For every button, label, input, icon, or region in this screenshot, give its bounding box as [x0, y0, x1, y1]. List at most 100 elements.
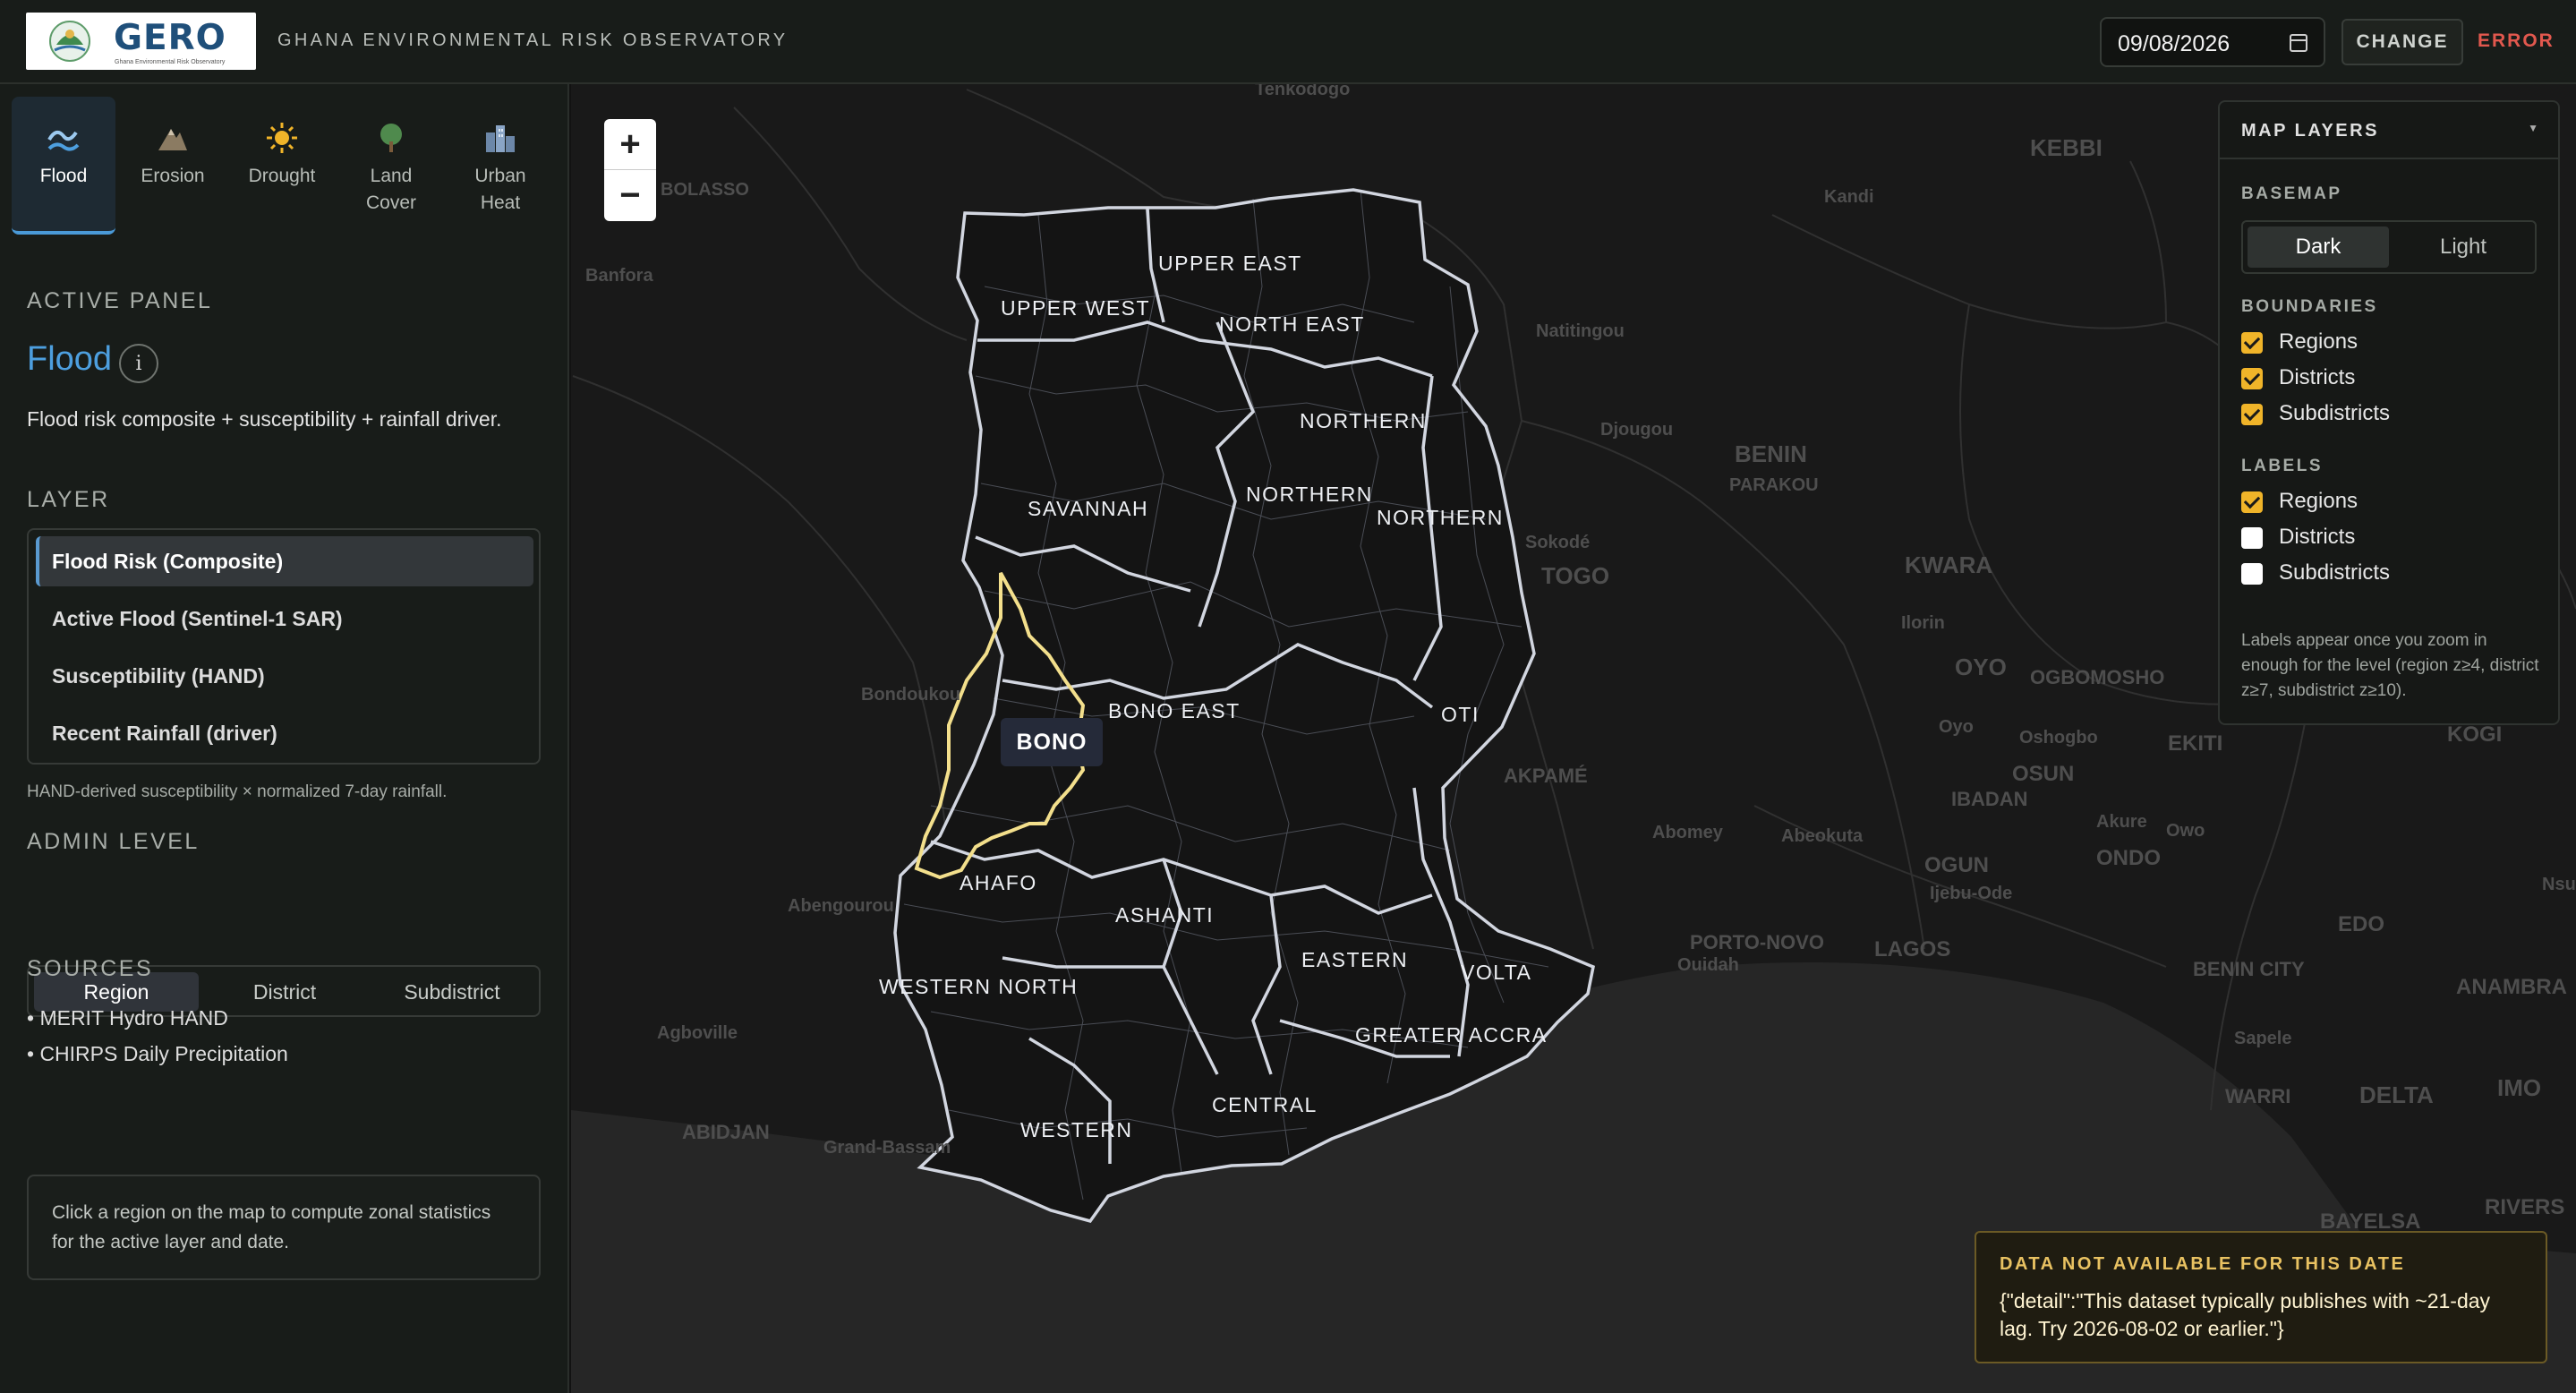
basemap-label: IBADAN — [1951, 788, 2028, 810]
basemap-label: Banfora — [585, 266, 653, 286]
basemap-label: DELTA — [2359, 1081, 2434, 1108]
error-toast: DATA NOT AVAILABLE FOR THIS DATE {"detai… — [1975, 1231, 2547, 1363]
tab-flood[interactable]: Flood — [12, 97, 115, 235]
basemap-label: ABIDJAN — [682, 1121, 770, 1143]
basemap-label: EDO — [2338, 912, 2384, 936]
mountain-icon — [155, 120, 191, 156]
app-header: GERO Ghana Environmental Risk Observator… — [0, 0, 2576, 84]
region-label: OTI — [1441, 703, 1480, 726]
error-toast-message: {"detail":"This dataset typically publis… — [2000, 1289, 2491, 1340]
layer-option-rainfall[interactable]: Recent Rainfall (driver) — [36, 708, 533, 758]
hazard-tabs: Flood Erosion Drought Land Cover Urban H… — [12, 97, 558, 235]
tab-drought[interactable]: Drought — [230, 97, 334, 235]
basemap-label: Sapele — [2234, 1029, 2291, 1048]
zoom-out-button[interactable]: − — [604, 170, 656, 221]
admin-level-district[interactable]: District — [204, 972, 365, 1012]
basemap-light[interactable]: Light — [2393, 226, 2534, 268]
checkbox[interactable] — [2241, 404, 2263, 425]
basemap-label: Ijebu-Ode — [1930, 884, 2012, 903]
basemap-label: Abengourou — [788, 896, 894, 916]
basemap-label: PORTO-NOVO — [1690, 931, 1824, 953]
basemap-label: RIVERS — [2485, 1195, 2564, 1219]
change-date-button[interactable]: CHANGE — [2341, 19, 2463, 65]
map-layers-header[interactable]: MAP LAYERS ▼ — [2220, 102, 2558, 159]
basemap-label: Abomey — [1652, 823, 1724, 842]
labels-note: Labels appear once you zoom in enough fo… — [2241, 631, 2539, 700]
region-label: BONO EAST — [1108, 699, 1241, 722]
tab-label: Urban Heat — [474, 166, 526, 213]
basemap-dark[interactable]: Dark — [2248, 226, 2389, 268]
zoom-control: + − — [604, 119, 656, 221]
checkbox-label: Districts — [2279, 365, 2356, 389]
panel-title: Flood — [27, 340, 113, 378]
region-label: WESTERN — [1020, 1118, 1133, 1141]
date-input[interactable]: 09/08/2026 — [2100, 17, 2325, 67]
panel-description: Flood risk composite + susceptibility + … — [27, 407, 502, 431]
checkbox[interactable] — [2241, 491, 2263, 513]
basemap-label: LAGOS — [1874, 937, 1950, 961]
layer-note: HAND-derived susceptibility × normalized… — [27, 782, 448, 801]
basemap-label: Akure — [2096, 812, 2147, 832]
basemap-label: Tenkodogo — [1255, 84, 1350, 99]
zonal-stats-hint: Click a region on the map to compute zon… — [27, 1175, 541, 1280]
basemap-selector: Dark Light — [2241, 220, 2537, 274]
info-icon[interactable]: i — [119, 344, 158, 383]
tab-urban-heat[interactable]: Urban Heat — [448, 97, 552, 235]
region-label: UPPER EAST — [1158, 252, 1302, 275]
checkbox-label: Districts — [2279, 525, 2356, 549]
checkbox[interactable] — [2241, 527, 2263, 549]
region-label: AHAFO — [960, 871, 1037, 894]
checkbox[interactable] — [2241, 563, 2263, 585]
basemap-label: Abeokuta — [1781, 826, 1864, 846]
basemap-label: AKPAMÉ — [1504, 765, 1588, 787]
region-label: NORTHERN — [1300, 409, 1427, 432]
map-layers-panel: MAP LAYERS ▼ BASEMAP Dark Light BOUNDARI… — [2218, 100, 2560, 725]
basemap-label: Grand-Bassam — [823, 1138, 951, 1158]
tab-label: Land Cover — [365, 166, 417, 213]
region-tooltip: BONO — [1001, 718, 1103, 766]
checkbox-label: Regions — [2279, 329, 2358, 354]
map-layers-title: MAP LAYERS — [2241, 121, 2379, 141]
layer-option-susceptibility[interactable]: Susceptibility (HAND) — [36, 651, 533, 701]
region-label: WESTERN NORTH — [879, 975, 1078, 998]
admin-level-subdistrict[interactable]: Subdistrict — [369, 972, 535, 1012]
layer-option-flood-risk[interactable]: Flood Risk (Composite) — [36, 536, 533, 586]
basemap-label: BAYELSA — [2320, 1209, 2420, 1234]
chevron-down-icon[interactable]: ▼ — [2528, 122, 2538, 134]
source-item: • MERIT Hydro HAND — [27, 1006, 228, 1030]
region-label: EASTERN — [1301, 948, 1408, 971]
city-icon — [482, 120, 518, 156]
basemap-label: IMO — [2497, 1074, 2541, 1101]
logo[interactable]: GERO Ghana Environmental Risk Observator… — [26, 13, 256, 70]
layer-option-active-flood[interactable]: Active Flood (Sentinel-1 SAR) — [36, 594, 533, 644]
zoom-in-button[interactable]: + — [604, 119, 656, 170]
checkbox-label: Regions — [2279, 489, 2358, 513]
active-panel-heading: ACTIVE PANEL — [27, 288, 213, 313]
basemap-label: Oyo — [1939, 717, 1974, 737]
calendar-icon[interactable] — [2290, 34, 2307, 52]
basemap-label: OGBOMOSHO — [2030, 666, 2164, 688]
admin-level-heading: ADMIN LEVEL — [27, 829, 200, 854]
basemap-heading: BASEMAP — [2241, 184, 2342, 203]
tab-erosion[interactable]: Erosion — [121, 97, 225, 235]
basemap-label: Natitingou — [1536, 321, 1625, 341]
wave-icon — [46, 120, 81, 156]
logo-text: GERO — [114, 18, 226, 58]
basemap-label: WARRI — [2225, 1085, 2290, 1107]
tab-label: Drought — [248, 166, 316, 186]
checkbox[interactable] — [2241, 368, 2263, 389]
map-canvas[interactable]: Tenkodogo KEBBI Kandi Banfora Natitingou… — [571, 84, 2576, 1393]
basemap-label: OYO — [1955, 654, 2007, 680]
basemap-label: Ilorin — [1901, 613, 1945, 633]
basemap-label: BOLASSO — [661, 180, 749, 200]
tab-label: Flood — [39, 166, 88, 186]
checkbox[interactable] — [2241, 332, 2263, 354]
basemap-label: ANAMBRA — [2456, 975, 2567, 999]
logo-emblem-icon — [49, 21, 90, 62]
region-label: GREATER ACCRA — [1355, 1023, 1548, 1047]
region-label: CENTRAL — [1212, 1093, 1318, 1116]
tab-land-cover[interactable]: Land Cover — [339, 97, 443, 235]
error-status: ERROR — [2478, 30, 2555, 51]
basemap-label: KEBBI — [2030, 134, 2103, 161]
date-value: 09/08/2026 — [2118, 31, 2231, 56]
